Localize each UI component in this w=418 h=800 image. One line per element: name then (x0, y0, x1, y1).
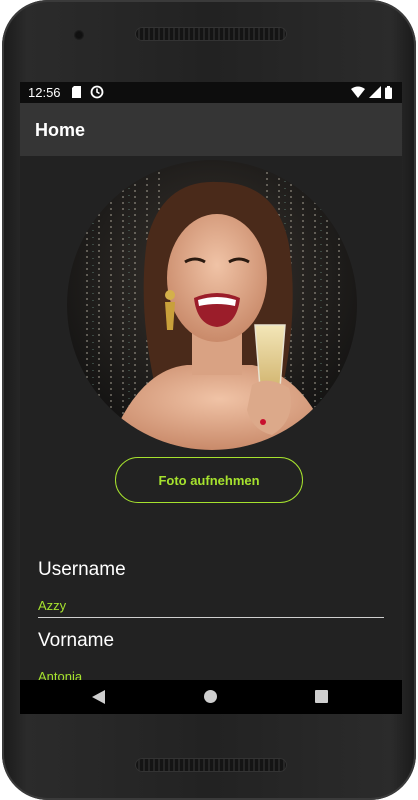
bottom-speaker (135, 758, 287, 772)
page-title: Home (35, 120, 86, 140)
recents-icon[interactable] (315, 690, 328, 703)
battery-icon (385, 85, 392, 99)
firstname-label: Vorname (38, 630, 115, 651)
status-bar: 12:56 (20, 82, 402, 103)
front-camera (74, 30, 84, 40)
username-field[interactable]: Azzy (38, 598, 66, 613)
phone-frame: 12:56 Home Foto aufnehmen Username Azzy … (2, 0, 416, 800)
navigation-bar (20, 680, 402, 714)
wifi-icon (351, 86, 365, 98)
status-time: 12:56 (28, 85, 61, 100)
profile-photo[interactable] (67, 160, 357, 450)
back-icon[interactable] (92, 690, 105, 704)
app-bar: Home (20, 103, 402, 156)
home-icon[interactable] (204, 690, 217, 703)
username-label: Username (38, 559, 126, 580)
username-underline (38, 617, 384, 618)
signal-icon (369, 86, 381, 98)
sd-card-icon (72, 86, 81, 98)
status-icons-right (351, 85, 392, 99)
earpiece-speaker (135, 27, 287, 41)
take-photo-button[interactable]: Foto aufnehmen (115, 457, 303, 503)
screen: 12:56 Home Foto aufnehmen Username Azzy … (20, 82, 402, 714)
sync-icon (90, 85, 104, 99)
profile-content: Foto aufnehmen Username Azzy Vorname Ant… (20, 156, 402, 684)
